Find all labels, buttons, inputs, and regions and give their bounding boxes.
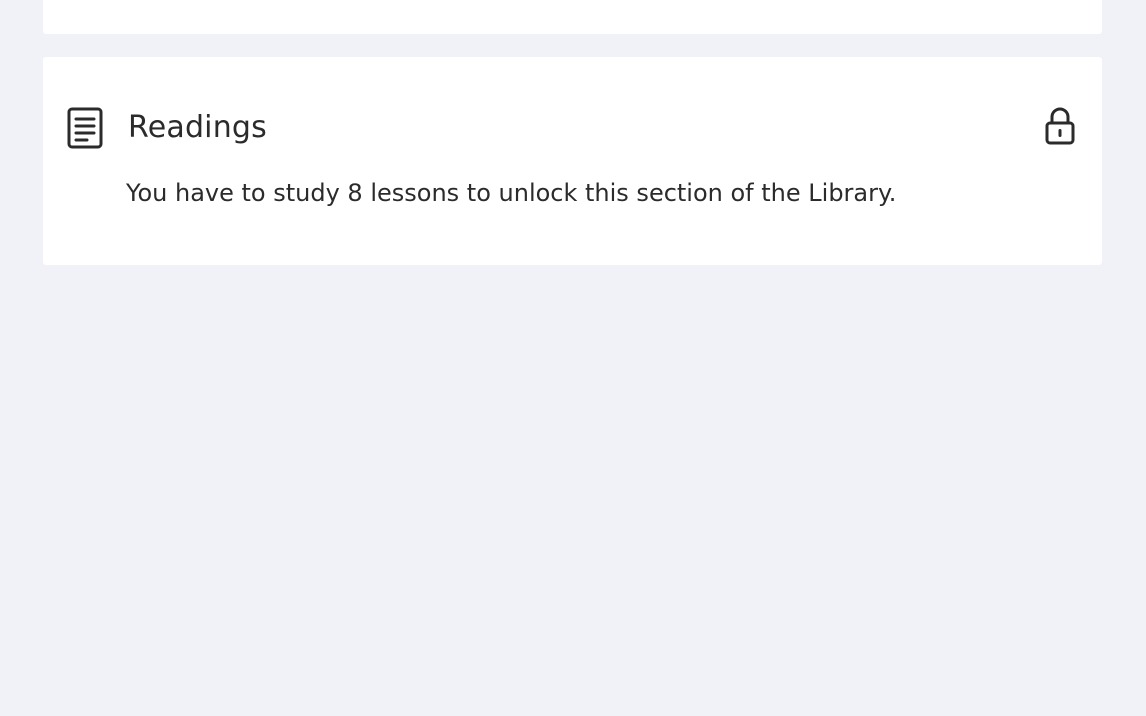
unlock-requirement-message: You have to study 8 lessons to unlock th… [126, 179, 897, 207]
document-icon [65, 106, 105, 150]
readings-section-card: Readings You have to study 8 lessons to … [43, 57, 1102, 265]
readings-section-header: Readings [43, 103, 1102, 150]
lock-icon[interactable] [1042, 106, 1078, 146]
readings-title: Readings [128, 110, 268, 145]
previous-section-card [43, 0, 1102, 34]
